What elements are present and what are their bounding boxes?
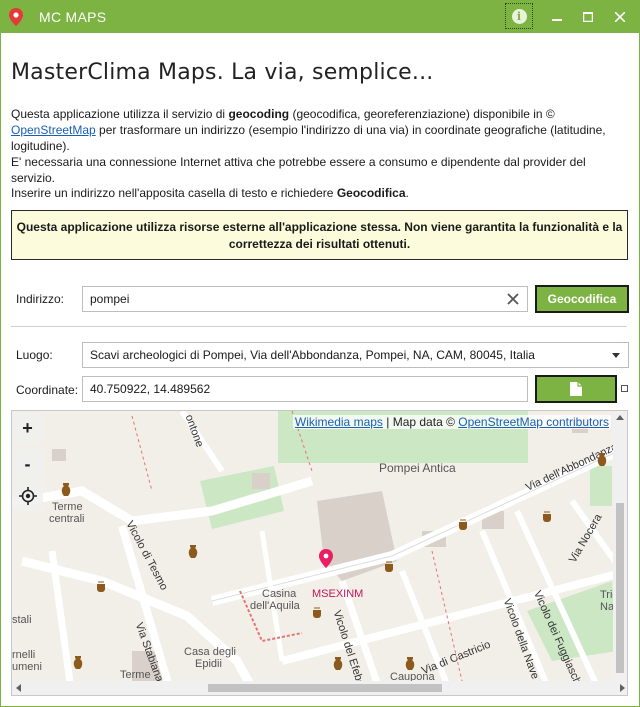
place-label: Luogo: (16, 348, 53, 362)
zoom-out-button[interactable]: - (12, 449, 43, 479)
divider (11, 326, 627, 327)
copy-icon (570, 382, 582, 396)
map-label-casa-degli: Casa degli (184, 646, 236, 658)
map-view[interactable]: Pompei Antica Via dell'Abbondanza Via No… (11, 410, 628, 696)
locate-icon (18, 487, 37, 505)
amphora-icon (597, 453, 607, 466)
intro-text-part: per trasformare un indirizzo (esempio l'… (11, 123, 606, 153)
intro-bold: geocoding (228, 107, 290, 121)
info-button[interactable]: i (505, 3, 533, 29)
minimize-icon (551, 18, 562, 21)
amphora-icon (333, 657, 343, 670)
locate-button[interactable] (12, 481, 43, 511)
geocode-button[interactable]: Geocodifica (535, 285, 629, 313)
maximize-icon (582, 11, 593, 22)
coordinates-label: Coordinate: (16, 383, 79, 397)
coordinates-field[interactable]: 40.750922, 14.489562 (82, 376, 528, 402)
vertical-scroll-thumb[interactable] (616, 503, 624, 673)
warning-text: Questa applicazione utilizza risorse est… (16, 220, 623, 251)
map-label-centrali: centrali (49, 513, 85, 525)
instruction-text: Inserire un indirizzo nell'apposita case… (11, 185, 631, 201)
amphora-icon (188, 545, 198, 558)
close-icon (614, 11, 625, 22)
osm-contributors-link[interactable]: OpenStreetMap contributors (458, 415, 609, 429)
map-label-aquila: dell'Aquila (250, 600, 300, 612)
scroll-left-icon[interactable] (15, 684, 21, 692)
map-pin-icon (9, 7, 23, 26)
horizontal-scroll-thumb[interactable] (208, 684, 442, 692)
address-input[interactable]: pompei (82, 286, 528, 312)
map-marker-label: MSEXINM (312, 588, 364, 600)
map-tiles (12, 411, 627, 695)
map-label-rnelli: rnelli (12, 649, 36, 661)
address-label: Indirizzo: (16, 292, 65, 306)
place-selected-value: Scavi archeologici di Pompei, Via dell'A… (90, 348, 535, 362)
intro-text-part: Questa applicazione utilizza il servizio… (11, 107, 229, 121)
amphora-icon (405, 657, 415, 670)
intro-text: Questa applicazione utilizza il servizio… (11, 106, 631, 186)
place-select[interactable]: Scavi archeologici di Pompei, Via dell'A… (82, 342, 629, 368)
map-label-terme: Terme (52, 501, 83, 513)
window-title: MC MAPS (39, 8, 107, 25)
info-icon: i (511, 8, 527, 24)
vertical-scrollbar[interactable] (613, 411, 627, 683)
cafe-icon (543, 511, 551, 522)
amphora-icon (73, 656, 83, 669)
intro-text-part: (geocodifica, georeferenziazione) dispon… (289, 107, 555, 121)
coordinates-value: 40.750922, 14.489562 (90, 382, 211, 396)
title-bar: MC MAPS i (0, 0, 640, 33)
instruction-part: Inserire un indirizzo nell'apposita case… (11, 186, 337, 200)
map-attribution: Wikimedia maps | Map data © OpenStreetMa… (292, 415, 611, 429)
address-value: pompei (90, 292, 130, 306)
map-label-umeni: umeni (12, 661, 42, 673)
cafe-icon (459, 519, 467, 530)
intro-text-part: E' necessaria una connessione Internet a… (11, 155, 586, 185)
instruction-bold: Geocodifica (336, 186, 406, 200)
copy-button[interactable] (535, 375, 617, 403)
horizontal-scrollbar[interactable] (12, 681, 627, 695)
map-label-epidii: Epidii (195, 658, 222, 670)
minimize-button[interactable] (540, 0, 573, 33)
clear-icon[interactable] (505, 291, 521, 307)
cafe-icon (97, 581, 105, 592)
cafe-icon (313, 607, 321, 618)
close-button[interactable] (603, 0, 636, 33)
amphora-icon (61, 483, 71, 496)
map-label-casina: Casina (262, 588, 297, 600)
scroll-right-icon[interactable] (620, 684, 626, 692)
cafe-icon (385, 561, 393, 572)
map-label-stali: stali (12, 614, 32, 626)
option-checkbox[interactable] (621, 385, 628, 392)
attribution-text: | Map data © (382, 415, 459, 429)
map-label-terme-bottom: Terme (120, 669, 151, 681)
zoom-in-button[interactable]: + (12, 413, 43, 443)
openstreetmap-link[interactable]: OpenStreetMap (11, 123, 96, 137)
chevron-down-icon (612, 353, 620, 358)
map-label-pompei-antica: Pompei Antica (379, 461, 456, 475)
warning-box: Questa applicazione utilizza risorse est… (11, 210, 628, 260)
wikimedia-maps-link[interactable]: Wikimedia maps (295, 415, 383, 429)
instruction-part: . (405, 186, 409, 200)
maximize-button[interactable] (571, 0, 604, 33)
zoom-controls: + - (12, 411, 43, 511)
page-title: MasterClima Maps. La via, semplice... (11, 60, 434, 85)
scroll-up-icon[interactable] (616, 414, 624, 420)
